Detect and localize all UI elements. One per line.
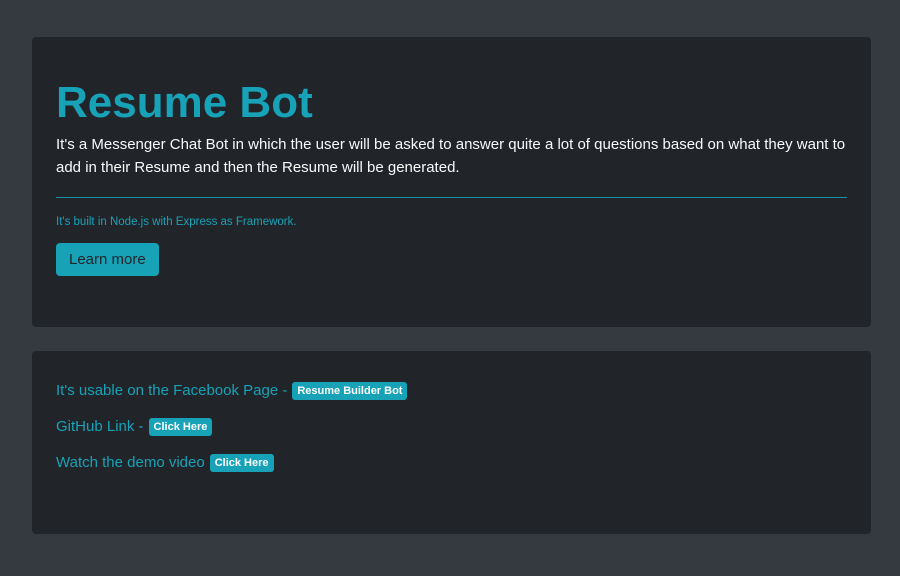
learn-more-button[interactable]: Learn more [56,243,159,276]
tech-note: It's built in Node.js with Express as Fr… [56,216,297,228]
hero-card: Resume Bot It's a Messenger Chat Bot in … [32,37,871,327]
link-text: Watch the demo video [56,454,205,471]
facebook-page-link[interactable]: It's usable on the Facebook Page - Resum… [56,381,847,401]
divider [56,197,847,198]
demo-video-link[interactable]: Watch the demo video Click Here [56,453,847,473]
link-text: It's usable on the Facebook Page - [56,382,288,399]
github-link[interactable]: GitHub Link - Click Here [56,417,847,437]
project-description: It's a Messenger Chat Bot in which the u… [56,136,846,176]
github-click-here-badge[interactable]: Click Here [148,418,213,436]
links-card: It's usable on the Facebook Page - Resum… [32,351,871,534]
page-title: Resume Bot [56,78,313,127]
demo-click-here-badge[interactable]: Click Here [209,454,274,472]
link-text: GitHub Link - [56,418,144,435]
facebook-bot-badge[interactable]: Resume Builder Bot [292,382,408,400]
